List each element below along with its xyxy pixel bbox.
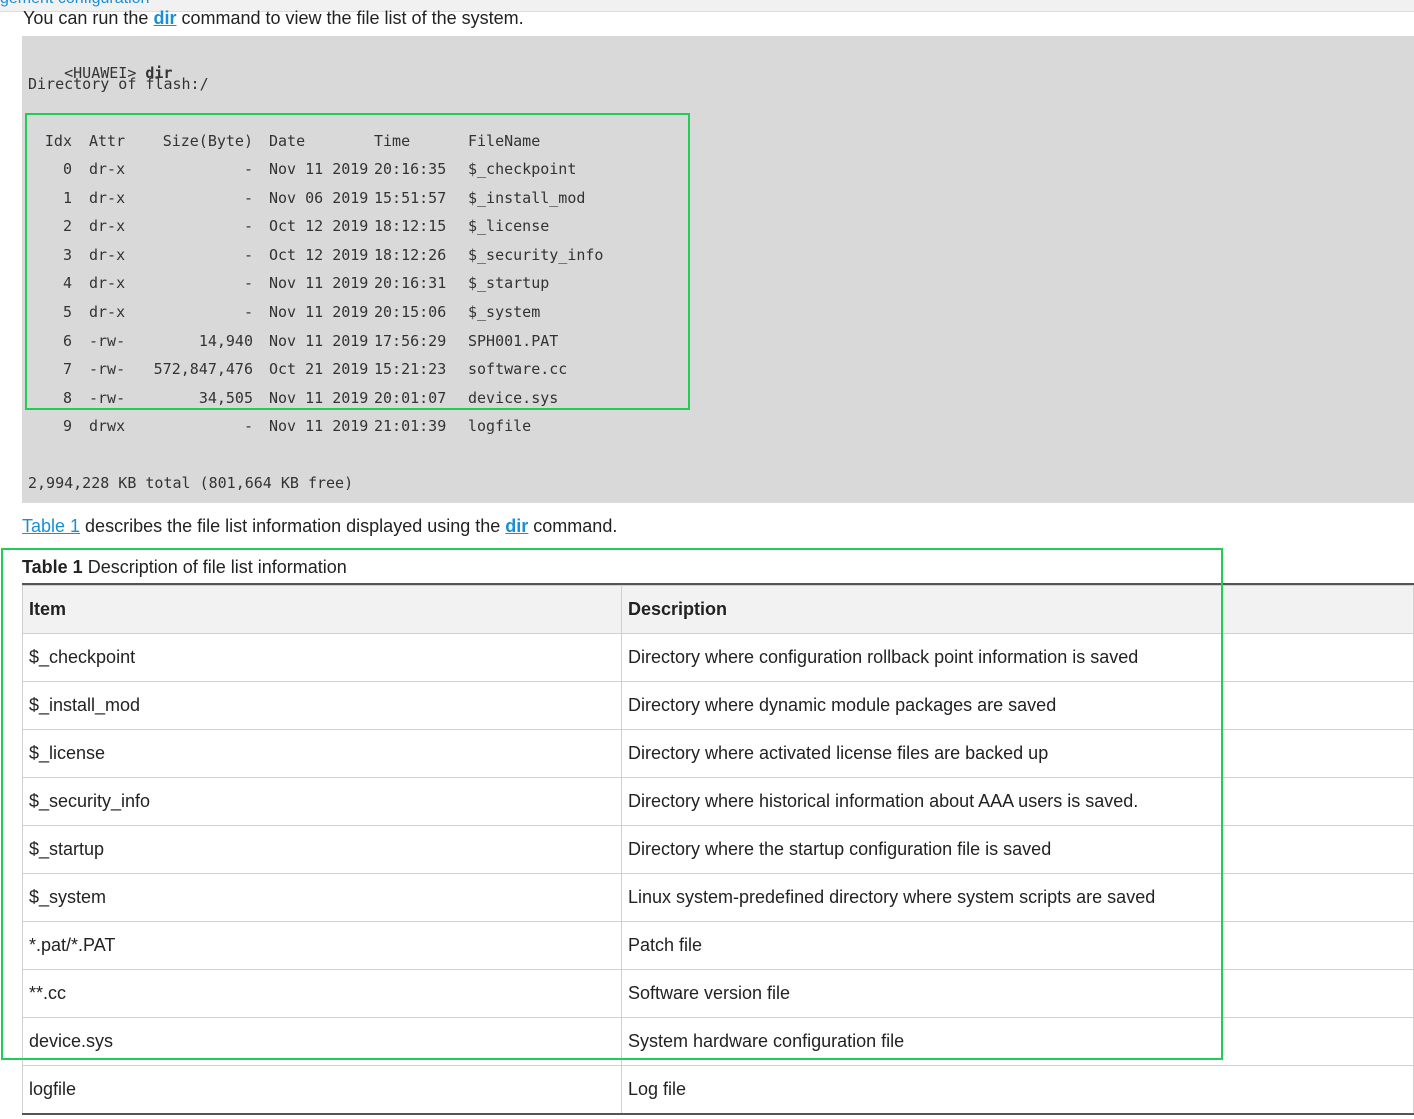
description-paragraph: Table 1 describes the file list informat…: [22, 516, 617, 537]
table-cell-description: System hardware configuration file: [621, 1017, 1414, 1066]
table-cell-description: Directory where dynamic module packages …: [621, 681, 1414, 730]
dir-listing-row-cell: Nov 11 2019: [269, 417, 369, 436]
table-row: $_system Linux system-predefined director…: [22, 873, 1414, 922]
table-row: $_security_info Directory where historica…: [22, 777, 1414, 826]
table-cell-item: $_system: [22, 873, 622, 922]
table-cell-description: Patch file: [621, 921, 1414, 970]
table-cell-description: Log file: [621, 1065, 1414, 1115]
table-cell-description: Directory where the startup configuratio…: [621, 825, 1414, 874]
table-cell-item: *.pat/*.PAT: [22, 921, 622, 970]
table-row: $_checkpoint Directory where configuratio…: [22, 633, 1414, 682]
table-cell-item: $_checkpoint: [22, 633, 622, 682]
dir-listing-row-cell: logfile: [468, 417, 532, 436]
highlight-box-listing: [25, 113, 690, 410]
intro-prefix: You can run the: [23, 8, 154, 28]
intro-suffix: command to view the file list of the sys…: [176, 8, 524, 28]
table-cell-item: $_security_info: [22, 777, 622, 826]
table-caption: Table 1 Description of file list informa…: [22, 557, 347, 578]
table-caption-number: Table 1: [22, 557, 83, 577]
file-info-table: Item Description $_checkpoint Directory w…: [22, 585, 1414, 1115]
dir-command-link-2[interactable]: dir: [505, 516, 528, 536]
table-cell-item: logfile: [22, 1065, 622, 1115]
table-cell-item: device.sys: [22, 1017, 622, 1066]
table-cell-item: $_license: [22, 729, 622, 778]
table-cell-description: Directory where historical information a…: [621, 777, 1414, 826]
dir-listing-row-cell: -: [243, 417, 253, 436]
table-header-row: Item Description: [22, 585, 1414, 634]
table-row: $_startup Directory where the startup con…: [22, 825, 1414, 874]
table-row: *.pat/*.PAT Patch file: [22, 921, 1414, 970]
dir-listing-row-cell: drwx: [89, 417, 126, 436]
dir-command-link[interactable]: dir: [153, 8, 176, 28]
dir-listing-row-cell: 21:01:39: [374, 417, 447, 436]
directory-line: Directory of flash:/: [28, 75, 209, 93]
table-cell-description: Directory where activated license files …: [621, 729, 1414, 778]
table-row: $_install_mod Directory where dynamic mod…: [22, 681, 1414, 730]
table-cell-description: Directory where configuration rollback p…: [621, 633, 1414, 682]
table-cell-description: Linux system-predefined directory where …: [621, 873, 1414, 922]
table-cell-item: **.cc: [22, 969, 622, 1018]
table-cell-item: $_install_mod: [22, 681, 622, 730]
table-cell-item: $_startup: [22, 825, 622, 874]
description-middle: describes the file list information disp…: [80, 516, 506, 536]
heading-fragment: gement configuration: [0, 0, 149, 8]
total-line: 2,994,228 KB total (801,664 KB free): [28, 474, 354, 492]
table-row: **.cc Software version file: [22, 969, 1414, 1018]
header-item: Item: [22, 585, 622, 634]
table-row: logfile Log file: [22, 1065, 1414, 1115]
table-cell-description: Software version file: [621, 969, 1414, 1018]
table-row: $_license Directory where activated licen…: [22, 729, 1414, 778]
table-caption-text: Description of file list information: [82, 557, 347, 577]
table-row: device.sys System hardware configuration …: [22, 1017, 1414, 1066]
dir-listing-row-cell: 9: [62, 417, 72, 436]
description-suffix: command.: [528, 516, 618, 536]
intro-paragraph: You can run the dir command to view the …: [23, 8, 524, 29]
header-description: Description: [621, 585, 1414, 634]
table-1-link[interactable]: Table 1: [22, 516, 80, 536]
